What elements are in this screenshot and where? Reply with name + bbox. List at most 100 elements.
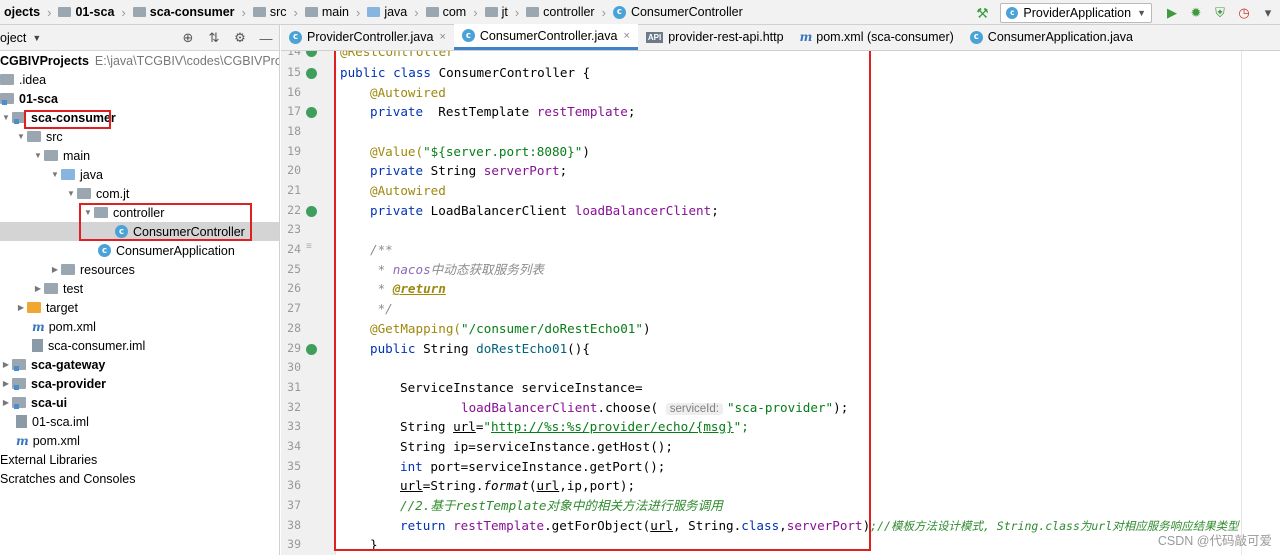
run-configuration-dropdown[interactable]: c ProviderApplication ▼ bbox=[1000, 2, 1152, 23]
collapsed-arrow-icon[interactable]: ▶ bbox=[32, 284, 44, 293]
tab-consumer-application[interactable]: c ConsumerApplication.java bbox=[962, 24, 1141, 50]
breadcrumb-separator: › bbox=[355, 4, 361, 20]
collapsed-arrow-icon[interactable]: ▶ bbox=[0, 379, 12, 388]
tree-item-label: com.jt bbox=[96, 186, 130, 201]
line-number: 29 bbox=[287, 341, 301, 355]
tab-provider-controller[interactable]: c ProviderController.java × bbox=[281, 24, 454, 50]
hide-panel-icon[interactable]: — bbox=[257, 29, 275, 47]
line-number: 14 bbox=[287, 51, 301, 58]
tab-consumer-controller[interactable]: c ConsumerController.java × bbox=[453, 24, 638, 50]
breadcrumb-item[interactable]: sca-consumer bbox=[129, 5, 239, 19]
locate-file-icon[interactable]: ⊕ bbox=[179, 29, 197, 47]
line-number: 18 bbox=[287, 124, 301, 138]
tree-item-label: pom.xml bbox=[48, 319, 96, 334]
spring-autowired-gutter-icon[interactable] bbox=[306, 206, 317, 217]
breadcrumb-item[interactable]: main bbox=[301, 5, 353, 19]
line-number: 36 bbox=[287, 478, 301, 492]
tree-item-target[interactable]: ▶ target bbox=[0, 298, 279, 317]
breadcrumb-item[interactable]: java bbox=[363, 5, 411, 19]
tree-item-java[interactable]: ▼ java bbox=[0, 165, 279, 184]
collapsed-arrow-icon[interactable]: ▶ bbox=[0, 360, 12, 369]
tree-item-label: ConsumerApplication bbox=[116, 243, 235, 258]
tree-item-consumer-application[interactable]: c ConsumerApplication bbox=[0, 241, 279, 260]
tree-item-main[interactable]: ▼ main bbox=[0, 146, 279, 165]
watermark: CSDN @代码敲可爱 bbox=[1157, 534, 1272, 548]
tree-item-label: sca-consumer.iml bbox=[48, 338, 146, 353]
line-number: 34 bbox=[287, 439, 301, 453]
profiler-icon[interactable]: ◷ bbox=[1236, 5, 1252, 21]
tab-pom[interactable]: m pom.xml (sca-consumer) bbox=[792, 24, 962, 50]
breadcrumb-label: java bbox=[384, 5, 408, 19]
code-editor[interactable]: 14 15 16 17 18 19 20 21 22 23 24 25 26 2… bbox=[281, 51, 1280, 555]
folder-icon bbox=[0, 74, 14, 85]
spring-autowired-gutter-icon[interactable] bbox=[306, 107, 317, 118]
expanded-arrow-icon[interactable]: ▼ bbox=[0, 113, 12, 122]
close-icon[interactable]: × bbox=[623, 30, 629, 42]
breadcrumb-item[interactable]: ojects bbox=[0, 5, 44, 19]
line-number: 21 bbox=[287, 183, 301, 197]
highlight-box-code bbox=[334, 51, 871, 551]
doc-comment-fold-icon[interactable]: ≡ bbox=[306, 241, 317, 252]
collapsed-arrow-icon[interactable]: ▶ bbox=[15, 303, 27, 312]
expanded-arrow-icon[interactable]: ▼ bbox=[32, 151, 44, 160]
tree-item-external-libraries[interactable]: External Libraries bbox=[0, 450, 279, 469]
tree-item-label: sca-provider bbox=[31, 376, 107, 391]
tab-provider-rest-api[interactable]: API provider-rest-api.http bbox=[638, 24, 792, 50]
tree-item-idea[interactable]: .idea bbox=[0, 70, 279, 89]
breadcrumb-label: 01-sca bbox=[75, 5, 115, 19]
build-hammer-icon[interactable]: ⚒ bbox=[974, 5, 990, 21]
run-configuration-label: ProviderApplication bbox=[1023, 5, 1132, 20]
tab-label: ProviderController.java bbox=[307, 30, 434, 44]
spring-bean-gutter-icon[interactable] bbox=[306, 68, 317, 79]
tree-item-pom[interactable]: m pom.xml bbox=[0, 317, 279, 336]
coverage-icon[interactable]: ⛨ bbox=[1212, 5, 1228, 21]
tree-item-sca-ui[interactable]: ▶ sca-ui bbox=[0, 393, 279, 412]
module-folder-icon bbox=[12, 359, 26, 371]
line-number: 39 bbox=[287, 537, 301, 551]
tab-label: provider-rest-api.http bbox=[668, 30, 784, 44]
tree-item-label: test bbox=[63, 281, 84, 296]
breadcrumb-item[interactable]: src bbox=[249, 5, 291, 19]
collapse-all-icon[interactable]: ⇅ bbox=[205, 29, 223, 47]
source-folder-icon bbox=[367, 7, 381, 17]
tree-item-resources[interactable]: ▶ resources bbox=[0, 260, 279, 279]
breadcrumb-item[interactable]: c ConsumerController bbox=[609, 5, 747, 19]
tree-item-root[interactable]: CGBIVProjects E:\java\TCGBIV\codes\CGBIV… bbox=[0, 51, 279, 70]
tree-item-src[interactable]: ▼ src bbox=[0, 127, 279, 146]
project-view-selector[interactable]: oject ▼ bbox=[0, 31, 41, 45]
collapsed-arrow-icon[interactable]: ▶ bbox=[0, 398, 12, 407]
close-icon[interactable]: × bbox=[439, 31, 445, 43]
tree-item-sca-gateway[interactable]: ▶ sca-gateway bbox=[0, 355, 279, 374]
tree-item-01-sca-iml[interactable]: 01-sca.iml bbox=[0, 412, 279, 431]
expanded-arrow-icon[interactable]: ▼ bbox=[65, 189, 77, 198]
breadcrumb-item[interactable]: 01-sca bbox=[54, 5, 118, 19]
expanded-arrow-icon[interactable]: ▼ bbox=[49, 170, 61, 179]
breadcrumb-label: ConsumerController bbox=[630, 5, 743, 19]
project-tree: CGBIVProjects E:\java\TCGBIV\codes\CGBIV… bbox=[0, 51, 280, 555]
settings-gear-icon[interactable]: ⚙ bbox=[231, 29, 249, 47]
tree-item-sca-provider[interactable]: ▶ sca-provider bbox=[0, 374, 279, 393]
request-mapping-gutter-icon[interactable] bbox=[306, 344, 317, 355]
breadcrumb-item[interactable]: jt bbox=[481, 5, 512, 19]
breadcrumb-separator: › bbox=[473, 4, 478, 20]
highlight-box-controller bbox=[79, 203, 252, 241]
breadcrumb-item[interactable]: controller bbox=[522, 5, 598, 19]
tree-item-01-sca[interactable]: 01-sca bbox=[0, 89, 279, 108]
tree-item-root-pom[interactable]: m pom.xml bbox=[0, 431, 279, 450]
more-run-options-icon[interactable]: ▾ bbox=[1260, 5, 1276, 21]
breadcrumb-item[interactable]: com bbox=[422, 5, 471, 19]
breadcrumb-label: controller bbox=[543, 5, 595, 19]
spring-bean-gutter-icon[interactable] bbox=[306, 51, 317, 57]
run-icon[interactable]: ▶ bbox=[1164, 5, 1180, 21]
code-area[interactable]: @RestController public class ConsumerCon… bbox=[334, 51, 1280, 555]
line-number: 38 bbox=[287, 518, 301, 532]
tree-item-consumer-iml[interactable]: sca-consumer.iml bbox=[0, 336, 279, 355]
breadcrumb-separator: › bbox=[121, 4, 126, 20]
tree-item-com-jt[interactable]: ▼ com.jt bbox=[0, 184, 279, 203]
tree-item-scratches[interactable]: Scratches and Consoles bbox=[0, 469, 279, 488]
tree-item-test[interactable]: ▶ test bbox=[0, 279, 279, 298]
collapsed-arrow-icon[interactable]: ▶ bbox=[49, 265, 61, 274]
expanded-arrow-icon[interactable]: ▼ bbox=[15, 132, 27, 141]
debug-icon[interactable]: ✹ bbox=[1188, 5, 1204, 21]
line-number: 26 bbox=[287, 281, 301, 295]
